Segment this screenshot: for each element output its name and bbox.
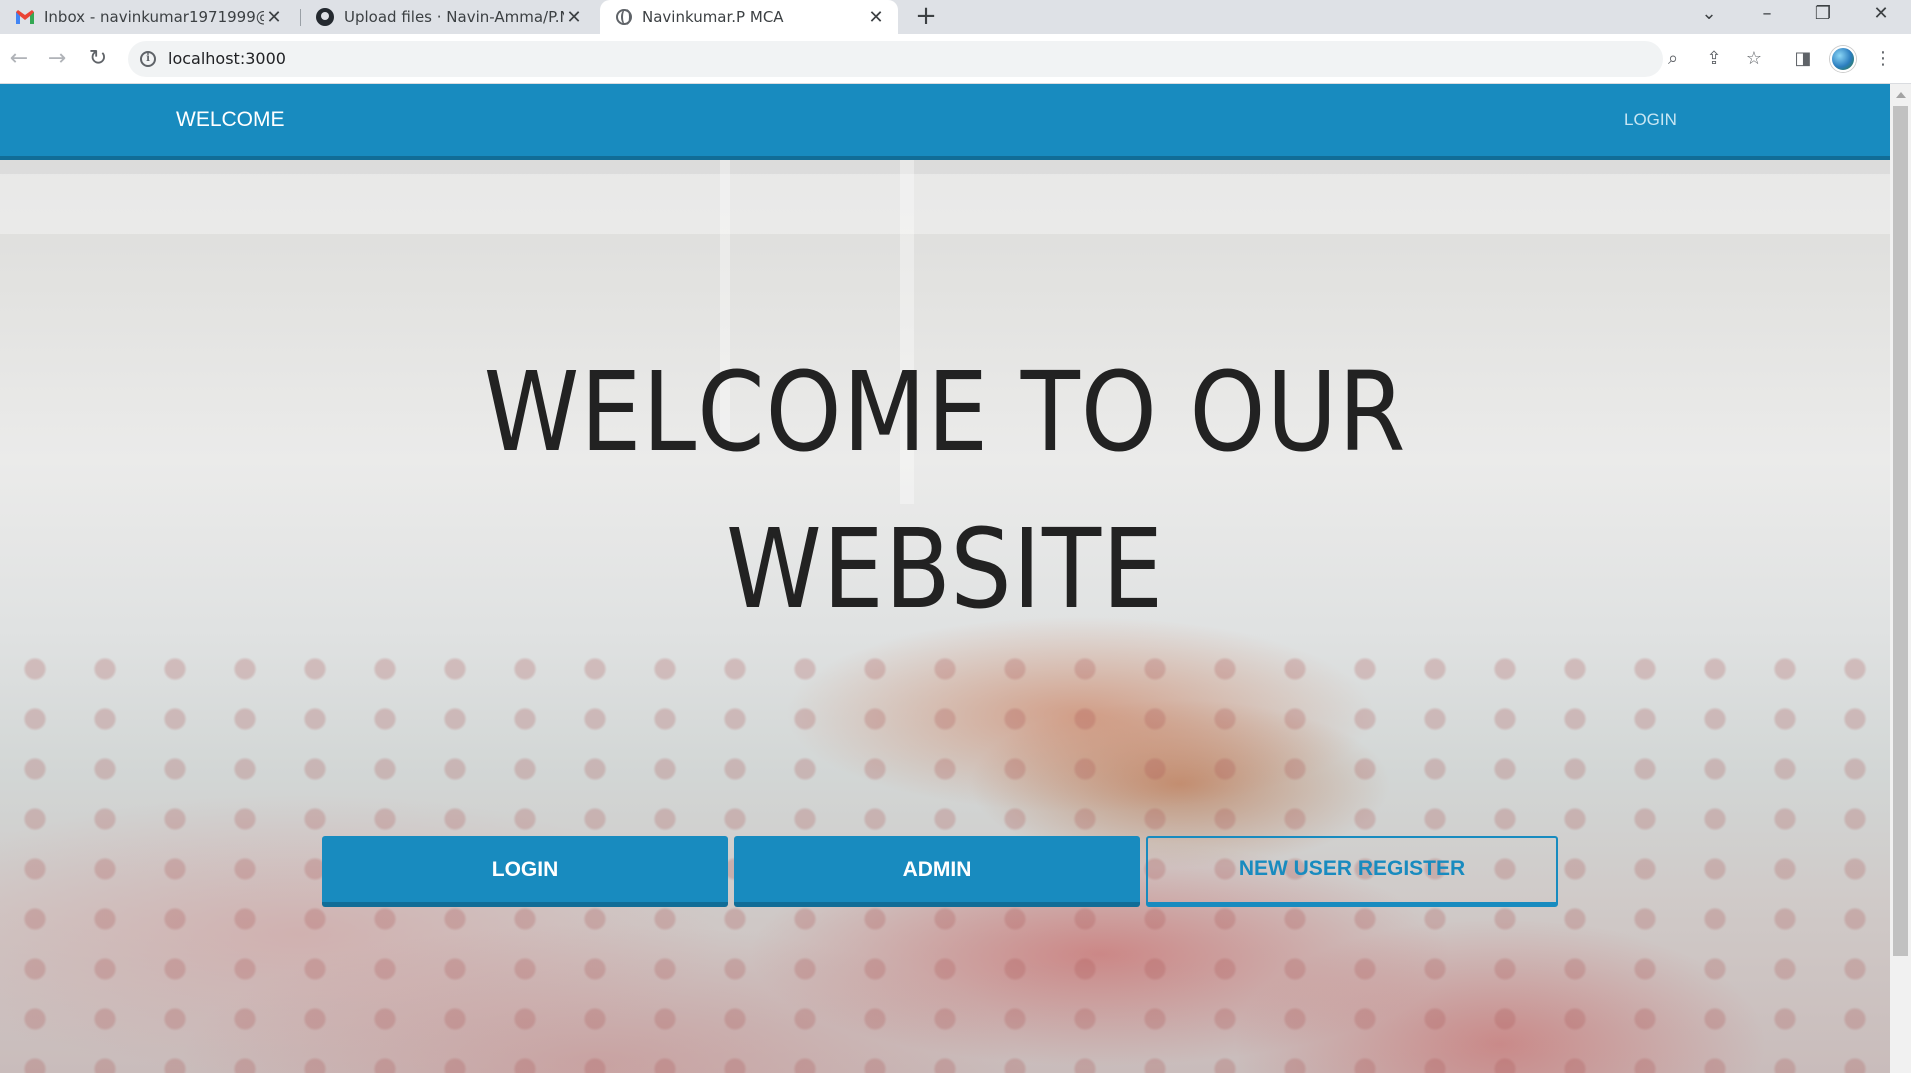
page-viewport: WELCOME LOGIN WELCOME TO OUR WEBSITE LOG… xyxy=(0,84,1890,1073)
brand-link[interactable]: WELCOME xyxy=(176,108,285,132)
scrollbar-thumb[interactable] xyxy=(1893,106,1908,956)
tab-title: Inbox - navinkumar1971999@gm xyxy=(44,8,264,26)
tab-gmail[interactable]: Inbox - navinkumar1971999@gm ✕ xyxy=(0,0,296,34)
tab-title: Upload files · Navin-Amma/P.Na xyxy=(344,8,564,26)
window-close-icon[interactable]: ✕ xyxy=(1858,0,1904,30)
new-user-register-button[interactable]: NEW USER REGISTER xyxy=(1146,836,1558,907)
tab-strip: Inbox - navinkumar1971999@gm ✕ Upload fi… xyxy=(0,0,1911,34)
nav-login-link[interactable]: LOGIN xyxy=(1624,110,1677,130)
address-bar[interactable]: i localhost:3000 ⌕ ⇪ ☆ xyxy=(128,41,1762,77)
back-icon[interactable]: ← xyxy=(4,44,34,74)
headline-line-2: WEBSITE xyxy=(725,505,1165,633)
url-text: localhost:3000 xyxy=(168,49,286,68)
github-icon xyxy=(316,8,334,26)
new-tab-button[interactable]: + xyxy=(912,2,940,30)
side-panel-icon[interactable]: ◨ xyxy=(1792,48,1814,70)
forward-icon[interactable]: → xyxy=(42,44,72,74)
browser-toolbar: ← → ↻ i localhost:3000 ⌕ ⇪ ☆ ◨ ⋮ xyxy=(0,34,1911,84)
login-button[interactable]: LOGIN xyxy=(322,836,728,907)
admin-button[interactable]: ADMIN xyxy=(734,836,1140,907)
zoom-icon[interactable]: ⌕ xyxy=(1663,49,1683,69)
share-icon[interactable]: ⇪ xyxy=(1704,49,1724,69)
tab-github[interactable]: Upload files · Navin-Amma/P.Na ✕ xyxy=(300,0,596,34)
tab-title: Navinkumar.P MCA xyxy=(642,8,784,26)
headline-line-1: WELCOME TO OUR xyxy=(483,348,1407,476)
tab-active[interactable]: Navinkumar.P MCA ✕ xyxy=(600,0,898,34)
site-navbar: WELCOME LOGIN xyxy=(0,84,1890,160)
globe-icon xyxy=(616,9,632,25)
restore-icon[interactable]: ❐ xyxy=(1800,0,1846,30)
site-info-icon[interactable]: i xyxy=(140,51,156,67)
reload-icon[interactable]: ↻ xyxy=(83,44,113,74)
close-icon[interactable]: ✕ xyxy=(866,7,886,28)
close-icon[interactable]: ✕ xyxy=(264,7,284,28)
gmail-icon xyxy=(16,10,34,24)
menu-icon[interactable]: ⋮ xyxy=(1872,48,1894,70)
hero-headline: WELCOME TO OUR WEBSITE xyxy=(113,334,1776,648)
profile-avatar[interactable] xyxy=(1830,46,1856,72)
close-icon[interactable]: ✕ xyxy=(564,7,584,28)
minimize-icon[interactable]: – xyxy=(1744,0,1790,30)
scroll-up-icon[interactable] xyxy=(1896,92,1906,98)
vertical-scrollbar[interactable] xyxy=(1890,84,1911,1073)
tab-search-icon[interactable]: ⌄ xyxy=(1686,0,1732,30)
bookmark-star-icon[interactable]: ☆ xyxy=(1744,49,1764,69)
